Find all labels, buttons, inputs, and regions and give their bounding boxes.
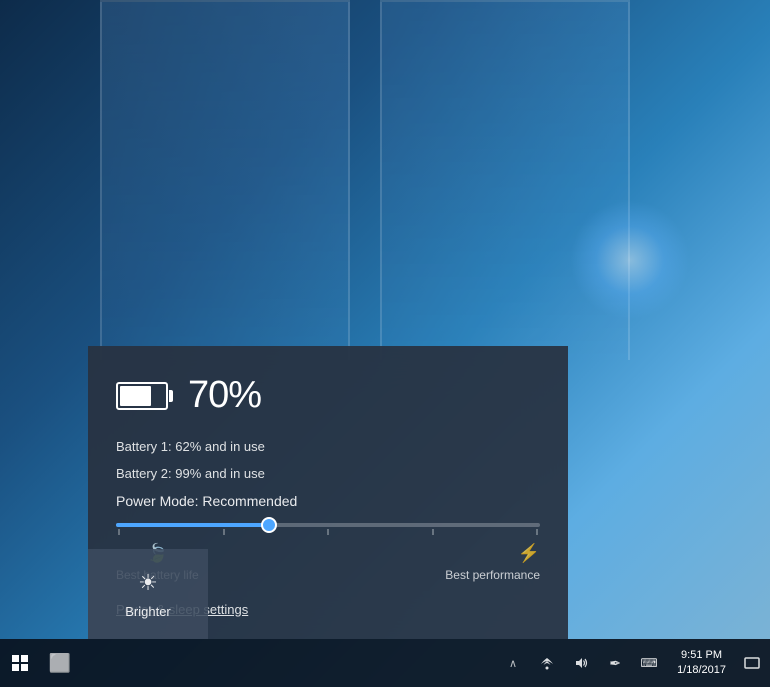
battery-info-section: Battery 1: 62% and in use Battery 2: 99%… <box>116 439 540 481</box>
battery1-status: Battery 1: 62% and in use <box>116 439 540 454</box>
keyboard-icon[interactable]: ⌨ <box>633 643 665 683</box>
task-view-button[interactable]: ⬜ <box>40 643 80 683</box>
slider-tick-3 <box>327 529 329 535</box>
pen-icon[interactable]: ✒ <box>599 643 631 683</box>
battery-percentage: 70% <box>188 374 261 417</box>
performance-text: Best performance <box>445 568 540 582</box>
volume-icon[interactable] <box>565 643 597 683</box>
slider-label-performance: ⚡ Best performance <box>445 543 540 582</box>
network-icon[interactable] <box>531 643 563 683</box>
performance-icon: ⚡ <box>518 543 540 564</box>
start-button[interactable] <box>0 643 40 683</box>
brightness-label: Brighter <box>125 604 171 619</box>
system-tray: ∧ ✒ ⌨ <box>497 643 669 683</box>
desktop-decoration-left <box>100 0 350 360</box>
brightness-sun-icon: ☀ <box>138 570 158 596</box>
slider-tick-1 <box>118 529 120 535</box>
windows-logo-icon <box>12 655 28 671</box>
desktop-glow <box>570 200 690 320</box>
slider-tick-2 <box>223 529 225 535</box>
battery-fill-bar <box>120 386 151 406</box>
taskbar: ⬜ ∧ ✒ ⌨ 9:51 PM 1/18/2017 <box>0 639 770 687</box>
clock-date: 1/18/2017 <box>677 663 726 678</box>
battery-icon <box>116 382 168 410</box>
power-mode-slider-container[interactable] <box>116 523 540 535</box>
slider-ticks <box>116 529 540 535</box>
system-clock[interactable]: 9:51 PM 1/18/2017 <box>669 648 734 679</box>
slider-tick-5 <box>536 529 538 535</box>
clock-time: 9:51 PM <box>677 648 726 663</box>
battery2-status: Battery 2: 99% and in use <box>116 466 540 481</box>
slider-track <box>116 523 540 527</box>
tray-expand-button[interactable]: ∧ <box>497 643 529 683</box>
slider-fill <box>116 523 269 527</box>
brightness-tile[interactable]: ☀ Brighter <box>88 549 208 639</box>
slider-thumb[interactable] <box>261 517 277 533</box>
battery-header: 70% <box>116 374 540 417</box>
notification-center-button[interactable] <box>734 643 770 683</box>
slider-tick-4 <box>432 529 434 535</box>
power-mode-label: Power Mode: Recommended <box>116 493 540 509</box>
